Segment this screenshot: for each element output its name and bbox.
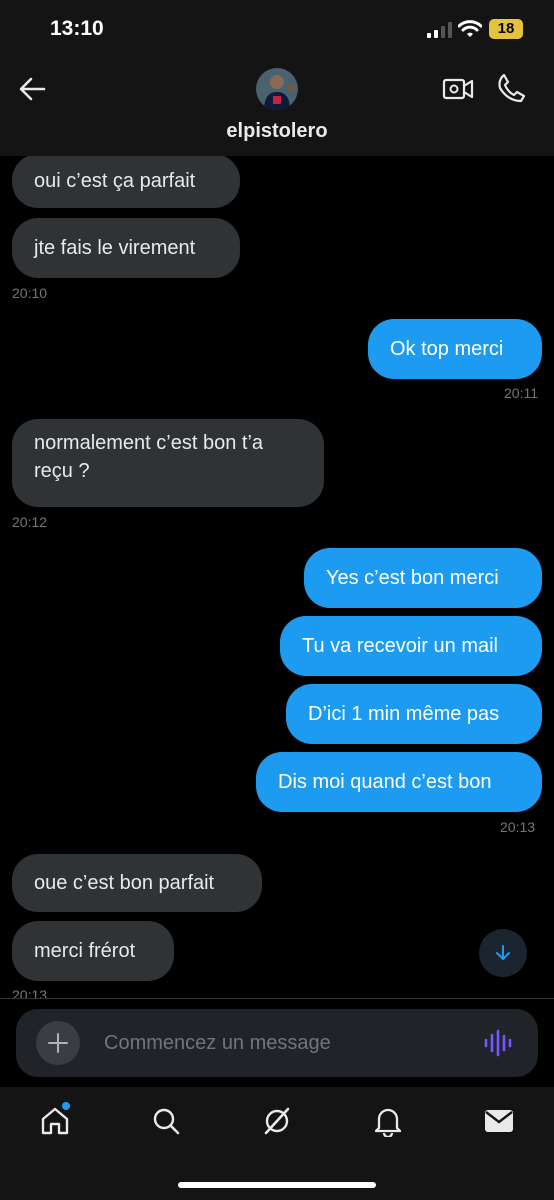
voice-message-icon[interactable] [482,1027,514,1059]
message-outgoing[interactable]: Ok top merci [368,319,542,379]
back-arrow-icon[interactable] [16,74,50,104]
message-outgoing[interactable]: Dis moi quand c’est bon [256,752,542,812]
nav-grok[interactable] [259,1103,295,1139]
message-timestamp: 20:12 [12,514,48,530]
battery-icon: 18 [489,19,523,39]
search-icon [153,1108,180,1135]
arrow-down-icon [496,945,510,960]
scroll-to-bottom-button[interactable] [479,929,527,977]
message-outgoing[interactable]: D’ici 1 min même pas [286,684,542,744]
message-composer [16,1009,538,1077]
notifications-icon [374,1108,402,1137]
grok-icon [264,1107,290,1135]
message-timestamp: 20:10 [12,285,48,301]
conversation-header: elpistolero [0,60,554,156]
battery-level: 18 [497,20,515,37]
message-timestamp: 20:11 [504,385,538,401]
message-input[interactable] [104,1027,464,1059]
message-outgoing[interactable]: Yes c’est bon merci [304,548,542,608]
messages-icon [485,1110,513,1132]
phone-call-icon[interactable] [496,72,526,104]
message-incoming[interactable]: oui c’est ça parfait [12,156,240,208]
composer-area [0,999,554,1087]
nav-notifications[interactable] [370,1103,406,1139]
home-notification-dot [62,1102,70,1110]
message-incoming[interactable]: oue c’est bon parfait [12,854,262,912]
message-incoming[interactable]: merci frérot [12,921,174,981]
message-timestamp: 20:13 [500,819,536,835]
message-incoming[interactable]: jte fais le virement [12,218,240,278]
status-bar: 13:10 18 [0,0,554,60]
message-incoming[interactable]: normalement c’est bon t’a reçu ? [12,419,324,507]
video-call-icon[interactable] [442,74,474,104]
status-time: 13:10 [50,17,104,40]
contact-name[interactable]: elpistolero [0,120,554,143]
message-timestamp: 20:13 [12,987,48,998]
home-indicator [178,1182,376,1188]
message-thread: oui c’est ça parfait jte fais le viremen… [0,156,554,998]
signal-icon [427,22,452,38]
nav-messages[interactable] [481,1103,517,1139]
bottom-nav [0,1087,554,1200]
add-media-button[interactable] [36,1021,80,1065]
nav-search[interactable] [148,1103,184,1139]
plus-icon [48,1033,68,1053]
message-outgoing[interactable]: Tu va recevoir un mail [280,616,542,676]
avatar[interactable] [256,68,298,110]
wifi-icon [458,20,482,37]
